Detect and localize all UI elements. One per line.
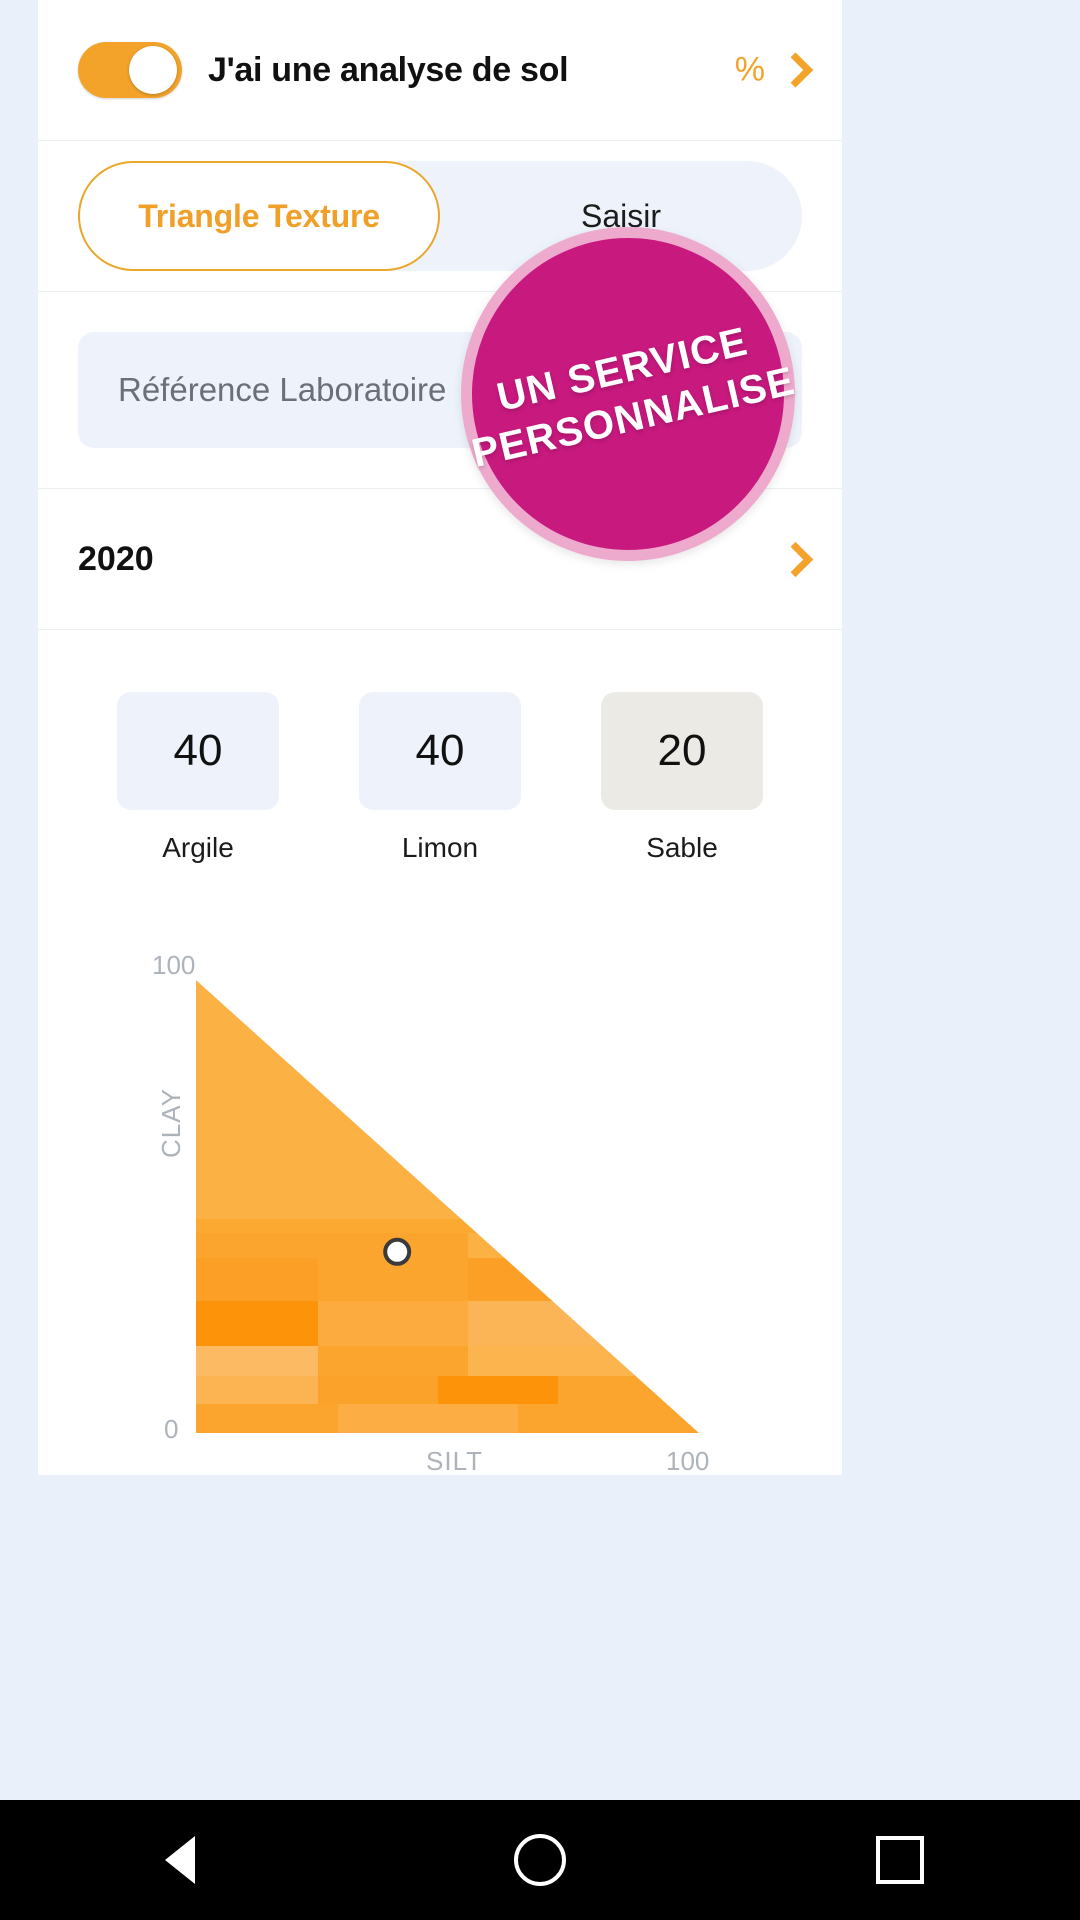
y-axis-label: CLAY — [156, 1088, 186, 1158]
promo-badge-text: UN SERVICE PERSONNALISE — [456, 309, 800, 478]
nav-back-button[interactable] — [120, 1800, 240, 1920]
texture-triangle-svg — [178, 946, 718, 1433]
percent-unit-label[interactable]: % — [735, 51, 765, 90]
promo-badge[interactable]: UN SERVICE PERSONNALISE — [461, 227, 799, 561]
year-label: 2020 — [78, 539, 154, 578]
chevron-right-icon[interactable] — [777, 52, 814, 88]
texture-triangle-chart[interactable]: 100 0 100 CLAY SILT — [38, 906, 842, 1486]
argile-label: Argile — [162, 832, 234, 863]
nav-recents-button[interactable] — [840, 1800, 960, 1920]
chevron-right-icon[interactable] — [777, 541, 814, 577]
x-axis-max-tick: 100 — [666, 1446, 710, 1476]
android-nav-bar[interactable] — [0, 1800, 1080, 1920]
page-background-strip — [0, 1475, 1080, 1800]
back-triangle-icon[interactable] — [165, 1836, 195, 1884]
soil-analysis-card: J'ai une analyse de sol % Triangle Textu… — [38, 0, 842, 1476]
y-axis-max-tick: 100 — [152, 950, 196, 980]
composition-cell-sable[interactable]: 20 Sable — [601, 692, 763, 864]
soil-analysis-toggle[interactable] — [78, 42, 182, 98]
x-axis-label: SILT — [426, 1446, 483, 1476]
y-axis-min-tick: 0 — [164, 1414, 179, 1444]
composition-values-row: 40 Argile 40 Limon 20 Sable — [38, 630, 842, 864]
argile-value-box[interactable]: 40 — [117, 692, 279, 810]
limon-label: Limon — [401, 832, 479, 863]
nav-home-button[interactable] — [480, 1800, 600, 1920]
sable-value-box[interactable]: 20 — [601, 692, 763, 810]
sample-data-point[interactable] — [383, 1237, 412, 1266]
soil-analysis-toggle-row[interactable]: J'ai une analyse de sol % — [38, 0, 842, 140]
tab-triangle-texture[interactable]: Triangle Texture — [78, 161, 440, 271]
recents-square-icon[interactable] — [876, 1836, 924, 1884]
home-circle-icon[interactable] — [514, 1834, 566, 1886]
composition-cell-limon[interactable]: 40 Limon — [359, 692, 521, 864]
sable-label: Sable — [646, 832, 718, 863]
toggle-knob — [129, 46, 177, 94]
soil-analysis-label: J'ai une analyse de sol — [208, 50, 569, 89]
toggle-row-actions[interactable]: % — [735, 51, 814, 90]
limon-value-box[interactable]: 40 — [359, 692, 521, 810]
composition-cell-argile[interactable]: 40 Argile — [117, 692, 279, 864]
